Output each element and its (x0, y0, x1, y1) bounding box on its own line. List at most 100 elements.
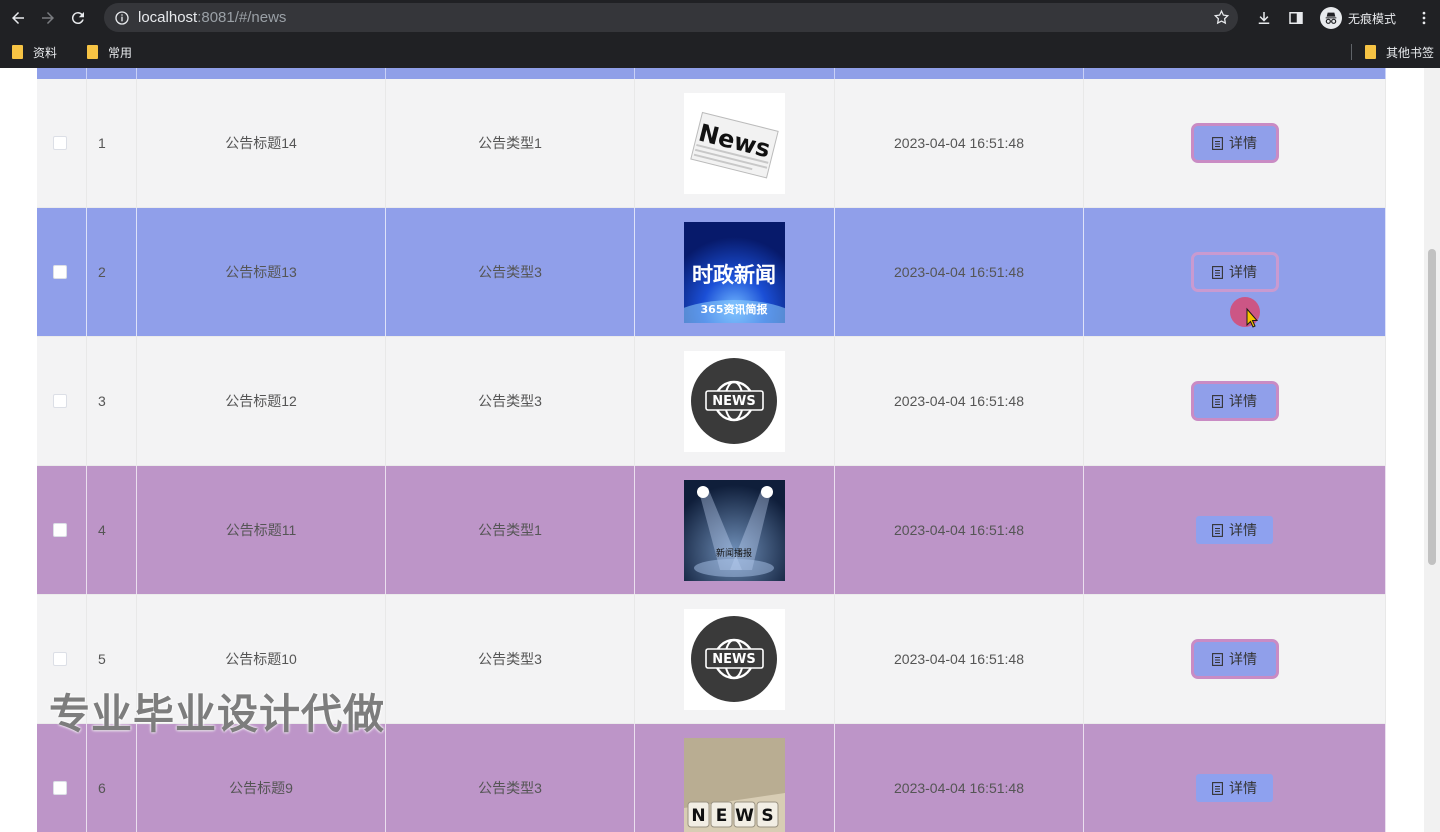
time-cell: 2023-04-04 16:51:48 (835, 724, 1084, 832)
time-cell: 2023-04-04 16:51:48 (835, 595, 1084, 723)
detail-label: 详情 (1229, 135, 1257, 151)
detail-label: 详情 (1229, 780, 1257, 796)
page-viewport: 1 公告标题14 公告类型1 News 2023-04-04 16:51:48 … (0, 68, 1440, 832)
row-title: 公告标题10 (225, 651, 297, 667)
type-cell: 公告类型3 (386, 208, 635, 336)
row-title: 公告标题12 (225, 393, 297, 409)
row-index: 3 (98, 393, 106, 409)
image-cell: 新闻播报 (635, 466, 835, 594)
menu-button[interactable] (1408, 2, 1440, 34)
table-header (37, 68, 1386, 79)
detail-button[interactable]: 详情 (1196, 774, 1273, 802)
url-host: localhost (138, 9, 198, 26)
document-icon (1212, 652, 1223, 666)
detail-button[interactable]: 详情 (1190, 381, 1279, 421)
address-bar[interactable]: localhost:8081/#/news (104, 3, 1238, 32)
index-cell: 2 (87, 208, 137, 336)
bookmarks-bar: 资料 常用 其他书签 (0, 36, 1440, 68)
image-cell: NEWS (635, 724, 835, 832)
index-cell: 3 (87, 337, 137, 465)
thumbnail-caption: 新闻播报 (716, 547, 752, 559)
spotlight-stage-image: 新闻播报 (684, 479, 785, 581)
row-index: 4 (98, 522, 106, 538)
scrollbar-thumb[interactable] (1428, 249, 1436, 565)
news-thumbnail[interactable]: 新闻播报 (684, 479, 785, 581)
watermark-text: 专业毕业设计代做 (49, 691, 385, 737)
action-cell: 详情 (1084, 337, 1386, 465)
index-cell: 6 (87, 724, 137, 832)
select-cell (37, 337, 87, 465)
title-cell: 公告标题13 (137, 208, 386, 336)
time-cell: 2023-04-04 16:51:48 (835, 208, 1084, 336)
table-row-1: 1 公告标题14 公告类型1 News 2023-04-04 16:51:48 … (37, 79, 1386, 208)
news-thumbnail[interactable]: NEWS (684, 608, 785, 710)
action-cell: 详情 (1084, 724, 1386, 832)
time-cell: 2023-04-04 16:51:48 (835, 79, 1084, 207)
news-thumbnail[interactable]: NEWS (684, 737, 785, 832)
index-cell: 1 (87, 79, 137, 207)
row-checkbox[interactable] (53, 136, 67, 150)
row-checkbox[interactable] (53, 781, 67, 795)
title-cell: 公告标题14 (137, 79, 386, 207)
row-index: 6 (98, 780, 106, 796)
incognito-icon (1319, 7, 1342, 29)
row-type: 公告类型3 (478, 780, 542, 796)
type-cell: 公告类型3 (386, 337, 635, 465)
news-thumbnail[interactable]: 时政新闻 365资讯简报 (684, 221, 785, 323)
incognito-indicator[interactable]: 无痕模式 (1316, 5, 1404, 31)
detail-button[interactable]: 详情 (1190, 123, 1279, 163)
detail-button[interactable]: 详情 (1196, 516, 1273, 544)
type-cell: 公告类型3 (386, 724, 635, 832)
image-cell: 时政新闻 365资讯简报 (635, 208, 835, 336)
url-text: localhost:8081/#/news (138, 9, 286, 26)
detail-button[interactable]: 详情 (1190, 639, 1279, 679)
reload-icon (71, 12, 84, 25)
row-index: 5 (98, 651, 106, 667)
info-icon[interactable] (114, 10, 130, 26)
side-panel-icon (1289, 12, 1303, 24)
bookmark-folder-1[interactable]: 常用 (87, 44, 132, 61)
index-cell: 4 (87, 466, 137, 594)
news-thumbnail[interactable]: News (684, 92, 785, 194)
select-cell (37, 79, 87, 207)
row-type: 公告类型1 (478, 135, 542, 151)
image-cell: NEWS (635, 337, 835, 465)
scrollbar[interactable] (1424, 68, 1440, 832)
reload-button[interactable] (63, 3, 93, 33)
title-cell: 公告标题12 (137, 337, 386, 465)
detail-label: 详情 (1229, 393, 1257, 409)
star-icon[interactable] (1213, 9, 1230, 26)
row-type: 公告类型1 (478, 522, 542, 538)
select-cell (37, 724, 87, 832)
document-icon (1212, 781, 1223, 795)
row-time: 2023-04-04 16:51:48 (894, 135, 1024, 151)
back-button[interactable] (3, 3, 33, 33)
row-checkbox[interactable] (53, 652, 67, 666)
url-path: :8081/#/news (197, 9, 287, 26)
select-cell (37, 208, 87, 336)
other-bookmarks[interactable]: 其他书签 (1364, 36, 1434, 68)
type-cell: 公告类型1 (386, 466, 635, 594)
row-checkbox[interactable] (53, 394, 67, 408)
table-row-6: 6 公告标题9 公告类型3 NEWS 2023-04-04 16:51:48 详… (37, 724, 1386, 832)
news-thumbnail[interactable]: NEWS (684, 350, 785, 452)
detail-button[interactable]: 详情 (1190, 252, 1279, 292)
document-icon (1212, 265, 1223, 279)
thumbnail-subcaption: 365资讯简报 (701, 302, 769, 316)
bookmark-folder-0[interactable]: 资料 (12, 44, 57, 61)
time-cell: 2023-04-04 16:51:48 (835, 337, 1084, 465)
detail-label: 详情 (1229, 264, 1257, 280)
row-checkbox[interactable] (53, 265, 67, 279)
row-checkbox[interactable] (53, 523, 67, 537)
download-button[interactable] (1248, 2, 1280, 34)
folder-icon (1364, 45, 1376, 59)
row-time: 2023-04-04 16:51:48 (894, 522, 1024, 538)
side-panel-button[interactable] (1280, 2, 1312, 34)
thumbnail-logo-text: S (761, 806, 773, 826)
bookmarks-divider (1351, 44, 1352, 60)
row-type: 公告类型3 (478, 264, 542, 280)
forward-button[interactable] (33, 3, 63, 33)
type-cell: 公告类型1 (386, 79, 635, 207)
table-row-4: 4 公告标题11 公告类型1 新闻播报 2023-04-04 16:51:48 … (37, 466, 1386, 595)
incognito-label: 无痕模式 (1347, 11, 1396, 26)
